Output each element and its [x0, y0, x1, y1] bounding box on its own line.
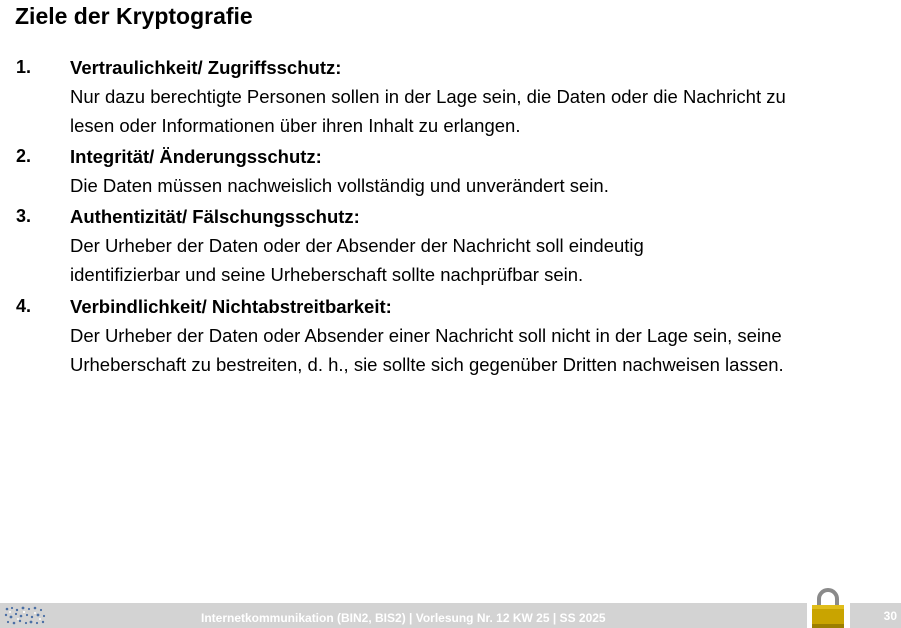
goal-text: Nur dazu berechtigte Personen sollen in … — [70, 86, 786, 136]
goal-body: Authentizität/ Fälschungsschutz: Der Urh… — [70, 202, 870, 289]
goal-number: 1. — [16, 57, 32, 77]
padlock-icon — [812, 588, 844, 628]
goal-text: Der Urheber der Daten oder der Absender … — [70, 235, 644, 285]
goal-body: Verbindlichkeit/ Nichtabstreitbarkeit: D… — [70, 292, 870, 379]
goal-heading: Vertraulichkeit/ Zugriffsschutz: — [70, 57, 342, 78]
goal-text: Der Urheber der Daten oder Absender eine… — [70, 325, 784, 375]
goal-number: 4. — [16, 296, 32, 316]
goal-number: 3. — [16, 206, 32, 226]
goal-text: Die Daten müssen nachweislich vollständi… — [70, 175, 609, 196]
goal-body: Integrität/ Änderungsschutz: Die Daten m… — [70, 142, 870, 200]
university-dots-logo-icon — [4, 606, 46, 625]
footer-course-info: Internetkommunikation (BIN2, BIS2) | Vor… — [201, 611, 606, 625]
page-number: 30 — [883, 609, 897, 623]
goal-heading: Integrität/ Änderungsschutz: — [70, 146, 322, 167]
goal-number: 2. — [16, 146, 32, 166]
slide-title: Ziele der Kryptografie — [15, 3, 253, 29]
goal-heading: Authentizität/ Fälschungsschutz: — [70, 206, 360, 227]
goal-heading: Verbindlichkeit/ Nichtabstreitbarkeit: — [70, 296, 392, 317]
goal-body: Vertraulichkeit/ Zugriffsschutz: Nur daz… — [70, 53, 870, 140]
